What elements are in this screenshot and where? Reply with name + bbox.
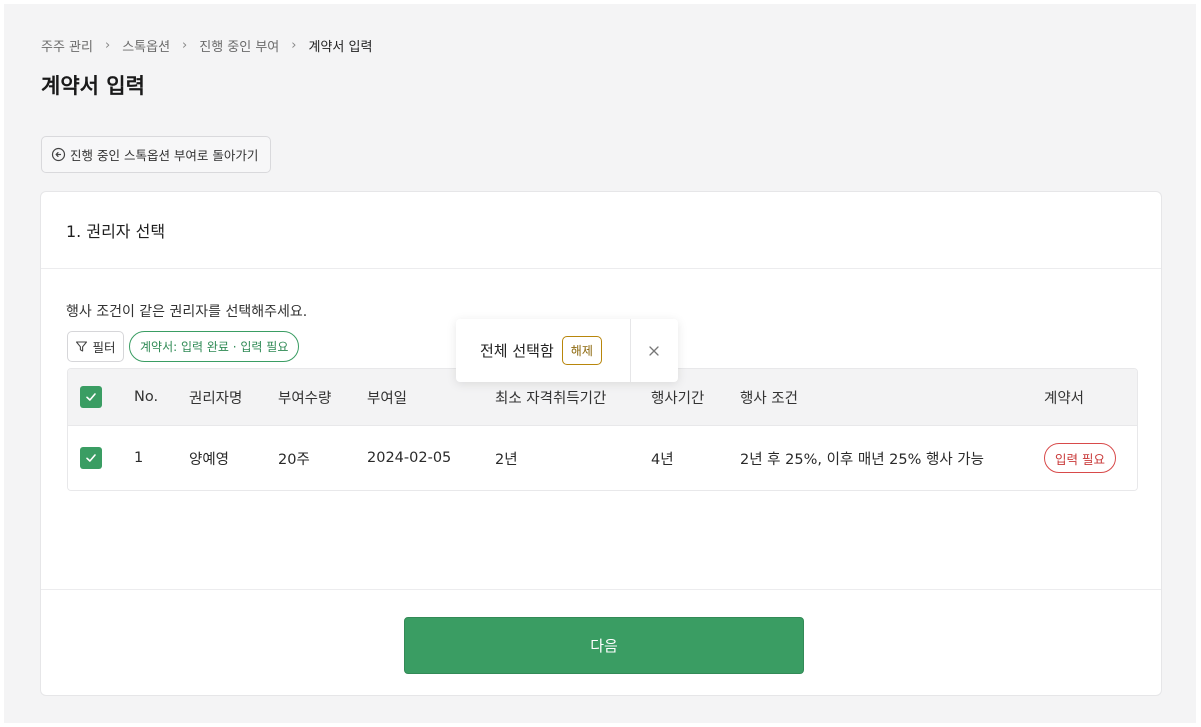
next-button[interactable]: 다음 [404, 617, 804, 674]
header-grant-date: 부여일 [367, 390, 408, 407]
breadcrumb-item-ongoing-grants[interactable]: 진행 중인 부여 [199, 36, 279, 55]
holder-selection-card: 1. 권리자 선택 행사 조건이 같은 권리자를 선택해주세요. 필터 계약서:… [40, 191, 1162, 696]
header-grant-quantity: 부여수량 [278, 390, 332, 407]
row-grant-quantity: 20주 [278, 451, 310, 468]
instruction-text: 행사 조건이 같은 권리자를 선택해주세요. [66, 304, 308, 320]
row-contract-cell: 입력 필요 [1044, 426, 1116, 490]
breadcrumb-item-current: 계약서 입력 [308, 40, 373, 55]
check-icon [86, 454, 96, 462]
circle-arrow-left-icon [51, 147, 66, 162]
card-body: 행사 조건이 같은 권리자를 선택해주세요. 필터 계약서: 입력 완료 · 입… [41, 269, 1161, 590]
breadcrumb-separator: › [104, 38, 111, 53]
contract-filter-chip[interactable]: 계약서: 입력 완료 · 입력 필요 [129, 331, 300, 362]
page-title: 계약서 입력 [41, 74, 145, 98]
row-exercise-condition: 2년 후 25%, 이후 매년 25% 행사 가능 [740, 451, 984, 468]
close-icon [649, 345, 659, 356]
breadcrumb-separator: › [182, 38, 188, 53]
selection-status-text: 전체 선택함 [480, 342, 554, 360]
filter-button[interactable]: 필터 [67, 331, 124, 362]
selection-action-bar: 전체 선택함 해제 [456, 319, 678, 382]
breadcrumb: 주주 관리 › 스톡옵션 › 진행 중인 부여 › 계약서 입력 [41, 36, 372, 55]
select-all-checkbox[interactable] [80, 386, 102, 408]
status-badge[interactable]: 입력 필요 [1044, 443, 1116, 473]
breadcrumb-separator: › [291, 38, 297, 53]
back-button-label: 진행 중인 스톡옵션 부여로 돌아가기 [70, 148, 259, 163]
row-checkbox[interactable] [80, 447, 102, 469]
header-checkbox-cell [80, 369, 102, 425]
row-checkbox-cell [80, 426, 102, 490]
breadcrumb-item-stock-options[interactable]: 스톡옵션 [122, 36, 170, 55]
header-exercise-condition: 행사 조건 [740, 390, 798, 407]
filter-button-label: 필터 [92, 340, 116, 355]
page: 주주 관리 › 스톡옵션 › 진행 중인 부여 › 계약서 입력 계약서 입력 … [4, 4, 1196, 723]
filter-chip-label: 계약서: 입력 완료 · 입력 필요 [140, 340, 289, 354]
header-holder-name: 권리자명 [189, 390, 243, 407]
holders-table: No. 권리자명 부여수량 부여일 최소 자격취득기간 행사기간 행사 조건 계… [67, 368, 1138, 491]
section-title: 1. 권리자 선택 [41, 192, 1161, 269]
back-to-ongoing-grants-button[interactable]: 진행 중인 스톡옵션 부여로 돌아가기 [41, 136, 271, 173]
row-min-vesting: 2년 [495, 451, 518, 468]
check-icon [86, 393, 96, 401]
release-selection-button[interactable]: 해제 [561, 336, 602, 365]
close-selection-button[interactable] [630, 319, 678, 382]
row-grant-date: 2024-02-05 [367, 450, 452, 466]
row-exercise-period: 4년 [651, 451, 674, 468]
header-no: No. [134, 389, 159, 405]
table-row[interactable]: 1 양예영 20주 2024-02-05 2년 4년 2년 후 25%, 이후 … [68, 426, 1137, 490]
breadcrumb-item-shareholders[interactable]: 주주 관리 [41, 36, 93, 55]
row-holder-name: 양예영 [189, 451, 230, 468]
header-contract: 계약서 [1044, 390, 1085, 407]
row-no: 1 [134, 450, 144, 466]
filter-icon [76, 341, 88, 352]
